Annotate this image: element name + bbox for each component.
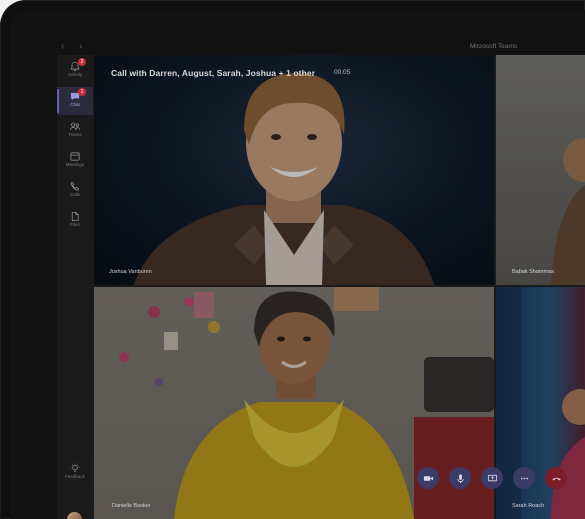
video-grid: Call with Darren, August, Sarah, Joshua … [94, 55, 585, 519]
video-tile[interactable]: Babak Shammas [496, 55, 585, 285]
teams-icon [70, 122, 80, 131]
rail-item-activity[interactable]: Activity 2 [57, 57, 93, 85]
app-bar: Activity 2 Chat 1 Teams Meetings Calls F… [57, 55, 93, 519]
hang-up-button[interactable] [545, 467, 567, 489]
lightbulb-icon [70, 463, 80, 472]
window-title: Microsoft Teams [470, 43, 518, 50]
tile-dim-overlay [94, 55, 494, 285]
video-tile[interactable]: Sarah Roach [496, 287, 585, 519]
rail-item-calls[interactable]: Calls [57, 177, 93, 205]
video-camera-icon [423, 475, 433, 481]
file-icon [71, 211, 79, 222]
rail-item-feedback[interactable]: Feedback [57, 459, 93, 487]
avatar[interactable] [67, 512, 82, 519]
rail-item-label: Files [70, 222, 80, 227]
rail-item-files[interactable]: Files [57, 207, 93, 235]
title-bar: ‹ › Microsoft Teams [57, 38, 585, 55]
rail-item-chat[interactable]: Chat 1 [57, 87, 93, 115]
share-screen-button[interactable] [481, 467, 503, 489]
laptop-frame: ‹ › Microsoft Teams Activity 2 Chat 1 Te… [0, 0, 585, 519]
rail-item-teams[interactable]: Teams [57, 117, 93, 145]
camera-button[interactable] [417, 467, 439, 489]
call-title: Call with Darren, August, Sarah, Joshua … [111, 68, 316, 78]
forward-arrow-icon[interactable]: › [79, 41, 82, 52]
participant-name: Danielle Booker [112, 503, 151, 509]
rail-item-label: Activity [67, 72, 83, 77]
participant-name: Joshua Vanburen [109, 269, 152, 275]
chat-badge: 1 [78, 88, 86, 96]
share-screen-icon [487, 474, 497, 481]
participant-name: Babak Shammas [512, 269, 554, 275]
participant-name: Sarah Roach [512, 503, 545, 509]
more-options-button[interactable] [513, 467, 535, 489]
activity-badge: 2 [78, 58, 86, 66]
hang-up-icon [551, 477, 561, 480]
video-tile[interactable]: Call with Darren, August, Sarah, Joshua … [94, 55, 494, 285]
rail-item-label: Meetings [65, 162, 85, 167]
back-arrow-icon[interactable]: ‹ [61, 41, 64, 52]
rail-item-label: Teams [68, 132, 82, 137]
ellipsis-icon [520, 477, 528, 479]
tile-dim-overlay [496, 55, 585, 285]
calendar-icon [70, 152, 80, 161]
call-timer: 00:05 [334, 69, 351, 76]
phone-icon [70, 181, 80, 191]
teams-window: ‹ › Microsoft Teams Activity 2 Chat 1 Te… [57, 38, 585, 519]
tile-dim-overlay [496, 287, 585, 519]
microphone-icon [456, 473, 464, 483]
rail-item-label: Feedback [65, 474, 85, 479]
rail-item-label: Chat [70, 102, 80, 107]
microphone-button[interactable] [449, 467, 471, 489]
rail-item-label: Calls [69, 192, 80, 197]
rail-item-meetings[interactable]: Meetings [57, 147, 93, 175]
